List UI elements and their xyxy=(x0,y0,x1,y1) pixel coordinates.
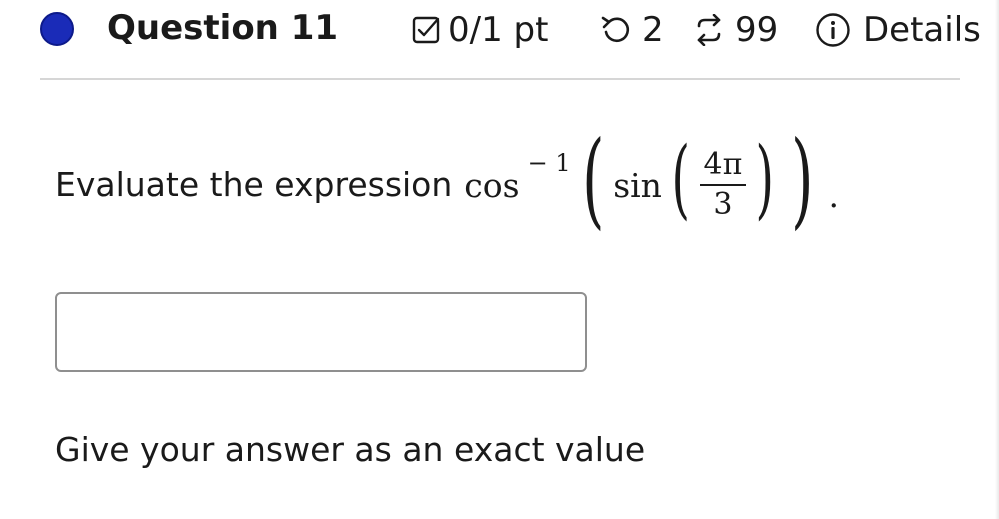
math-period: . xyxy=(828,175,839,215)
math-denominator: 3 xyxy=(713,187,733,222)
answer-input[interactable] xyxy=(55,292,587,372)
math-fraction: 4π 3 xyxy=(699,147,747,222)
math-numerator: 4π xyxy=(703,147,743,182)
points-text: 0/1 pt xyxy=(448,10,549,50)
answer-instruction: Give your answer as an exact value xyxy=(55,430,646,469)
attempts-indicator: 2 xyxy=(600,8,664,52)
page-edge xyxy=(995,0,999,519)
math-open-paren-inner: ( xyxy=(671,129,690,229)
math-expression: cos − 1 ( sin ( 4π 3 ) ) . xyxy=(464,127,839,237)
details-button[interactable]: Details xyxy=(815,8,981,52)
math-sin: sin xyxy=(613,165,662,205)
math-close-paren-inner: ) xyxy=(755,129,775,229)
details-label: Details xyxy=(863,10,981,50)
math-exponent: − 1 xyxy=(527,149,571,177)
header-divider xyxy=(40,78,960,80)
checkbox-icon xyxy=(412,15,442,45)
versions-count: 99 xyxy=(735,10,779,50)
prompt-text: Evaluate the expression xyxy=(55,165,453,204)
versions-indicator: 99 xyxy=(693,8,778,52)
math-fraction-bar xyxy=(699,184,747,186)
points-indicator: 0/1 pt xyxy=(412,8,548,52)
attempts-count: 2 xyxy=(642,10,664,50)
question-status-dot xyxy=(40,12,74,46)
math-open-paren-outer: ( xyxy=(581,118,605,240)
math-close-paren-outer: ) xyxy=(791,118,814,240)
retry-icon xyxy=(600,14,632,46)
info-icon xyxy=(815,12,851,48)
question-prompt: Evaluate the expression cos − 1 ( sin ( … xyxy=(55,120,839,250)
math-cos: cos xyxy=(464,165,520,205)
versions-icon xyxy=(693,14,725,46)
question-title: Question 11 xyxy=(107,8,339,48)
question-header: Question 11 0/1 pt 2 99 Details xyxy=(0,0,999,62)
